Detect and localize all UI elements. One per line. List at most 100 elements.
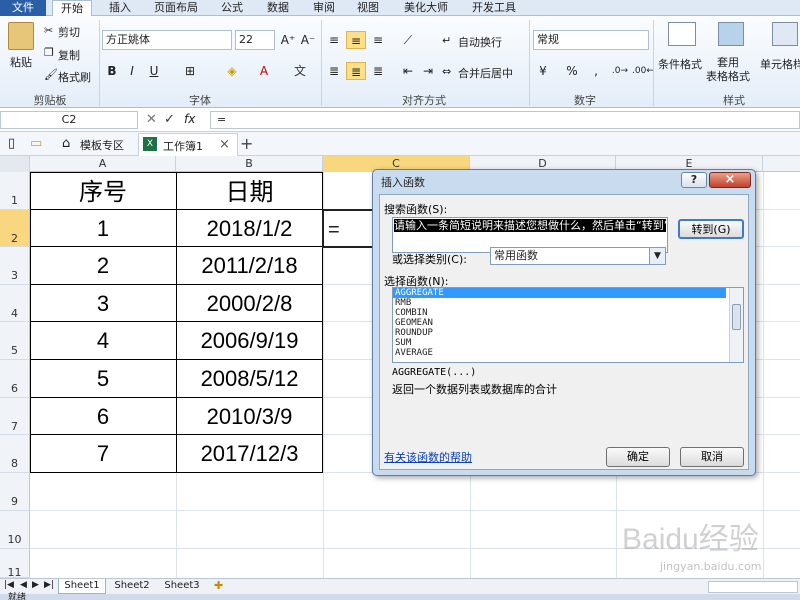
format-painter-icon[interactable]: 🖌: [44, 68, 58, 81]
align-top-icon[interactable]: ≡: [324, 31, 344, 49]
cell-b2[interactable]: 2018/1/2: [176, 210, 323, 247]
tab-developer[interactable]: 开发工具: [466, 0, 522, 16]
merge-center-button[interactable]: 合并后居中: [458, 65, 513, 81]
increase-decimal-icon[interactable]: .0→: [610, 62, 630, 80]
cell-a4[interactable]: 3: [30, 285, 176, 322]
row-header[interactable]: 9: [0, 473, 30, 511]
home-icon[interactable]: ⌂: [62, 136, 70, 151]
function-list-item[interactable]: RMB: [393, 298, 743, 308]
cell-b5[interactable]: 2006/9/19: [176, 322, 323, 360]
orientation-icon[interactable]: ⟋: [398, 31, 418, 49]
tab-beautify-master[interactable]: 美化大师: [398, 0, 454, 16]
function-list-item[interactable]: AGGREGATE: [393, 288, 726, 298]
cell-a5[interactable]: 4: [30, 322, 176, 360]
currency-icon[interactable]: ¥: [533, 62, 553, 80]
prev-sheet-icon[interactable]: ◀: [20, 580, 27, 590]
row-header[interactable]: 6: [0, 360, 30, 398]
phonetic-icon[interactable]: 文: [290, 62, 310, 80]
add-tab-icon[interactable]: +: [240, 134, 253, 153]
horizontal-scrollbar[interactable]: [708, 581, 798, 593]
folder-icon[interactable]: ▭: [30, 136, 42, 151]
paste-button[interactable]: 粘贴: [10, 54, 32, 70]
paste-icon[interactable]: [8, 22, 34, 50]
sheet-tab-sheet3[interactable]: Sheet3: [158, 579, 206, 594]
tab-page-layout[interactable]: 页面布局: [148, 0, 204, 16]
scroll-thumb[interactable]: [732, 304, 741, 330]
percent-button[interactable]: %: [562, 62, 582, 80]
row-header[interactable]: 7: [0, 398, 30, 435]
row-header[interactable]: 5: [0, 322, 30, 360]
cancel-button[interactable]: 取消: [680, 447, 744, 467]
conditional-format-button[interactable]: 条件格式: [658, 56, 702, 72]
copy-icon[interactable]: ❐: [44, 46, 54, 59]
column-header-a[interactable]: A: [30, 156, 176, 172]
function-list[interactable]: AGGREGATE RMB COMBIN GEOMEAN ROUNDUP SUM…: [392, 287, 744, 363]
tab-home[interactable]: 开始: [52, 0, 92, 17]
cut-button[interactable]: 剪切: [58, 24, 80, 40]
insert-sheet-icon[interactable]: ✚: [214, 579, 223, 592]
cell-b6[interactable]: 2008/5/12: [176, 360, 323, 398]
font-name-select[interactable]: 方正姚体: [102, 30, 232, 50]
format-painter-button[interactable]: 格式刷: [58, 69, 91, 85]
align-right-icon[interactable]: ≣: [368, 62, 388, 80]
row-header[interactable]: 10: [0, 511, 30, 549]
wrap-text-button[interactable]: 自动换行: [458, 34, 502, 50]
border-icon[interactable]: ⊞: [180, 62, 200, 80]
function-list-item[interactable]: SUM: [393, 338, 743, 348]
category-select[interactable]: 常用函数 ▼: [490, 247, 666, 265]
tab-insert[interactable]: 插入: [104, 0, 136, 16]
indent-decrease-icon[interactable]: ⇤: [398, 62, 418, 80]
goto-button[interactable]: 转到(G): [678, 219, 744, 239]
italic-button[interactable]: I: [122, 62, 142, 80]
row-header[interactable]: 8: [0, 435, 30, 473]
number-format-select[interactable]: 常规: [533, 30, 649, 50]
fill-color-icon[interactable]: ◈: [222, 62, 242, 80]
copy-button[interactable]: 复制: [58, 47, 80, 63]
align-center-icon[interactable]: ≣: [346, 62, 366, 80]
align-left-icon[interactable]: ≣: [324, 62, 344, 80]
comma-button[interactable]: ,: [586, 62, 606, 80]
align-middle-icon[interactable]: ≡: [346, 31, 366, 49]
name-box[interactable]: C2: [0, 111, 138, 129]
row-header[interactable]: 11: [0, 549, 30, 579]
insert-function-button[interactable]: fx: [184, 112, 195, 126]
next-sheet-icon[interactable]: ▶: [32, 580, 39, 590]
new-doc-icon[interactable]: ▯: [8, 136, 15, 151]
function-list-item[interactable]: GEOMEAN: [393, 318, 743, 328]
cell-a7[interactable]: 6: [30, 398, 176, 435]
dialog-close-button[interactable]: ×: [709, 172, 751, 188]
cell-a6[interactable]: 5: [30, 360, 176, 398]
cell-b3[interactable]: 2011/2/18: [176, 247, 323, 285]
cell-a8[interactable]: 7: [30, 435, 176, 473]
tab-formulas[interactable]: 公式: [216, 0, 248, 16]
select-all-corner[interactable]: [0, 156, 30, 172]
function-list-item[interactable]: ROUNDUP: [393, 328, 743, 338]
tab-file[interactable]: 文件: [0, 0, 46, 16]
table-format-icon[interactable]: [718, 22, 744, 46]
cell-styles-icon[interactable]: [772, 22, 798, 46]
dialog-help-button[interactable]: ?: [681, 172, 707, 188]
wrap-text-icon[interactable]: ↵: [442, 34, 451, 47]
close-tab-icon[interactable]: ×: [219, 137, 230, 152]
decrease-decimal-icon[interactable]: .00←: [632, 62, 654, 80]
indent-increase-icon[interactable]: ⇥: [418, 62, 438, 80]
row-header[interactable]: 2: [0, 210, 30, 247]
cell-b1[interactable]: 日期: [176, 174, 323, 210]
row-header[interactable]: 3: [0, 247, 30, 285]
last-sheet-icon[interactable]: ▶|: [44, 580, 54, 590]
table-format-button[interactable]: 套用 表格格式: [706, 56, 750, 84]
conditional-format-icon[interactable]: [668, 22, 696, 46]
cell-a3[interactable]: 2: [30, 247, 176, 285]
ok-button[interactable]: 确定: [606, 447, 670, 467]
align-bottom-icon[interactable]: ≡: [368, 31, 388, 49]
cell-styles-button[interactable]: 单元格样: [760, 56, 800, 72]
font-color-icon[interactable]: A: [254, 62, 274, 80]
row-header[interactable]: 4: [0, 285, 30, 322]
tab-review[interactable]: 审阅: [308, 0, 340, 16]
tab-data[interactable]: 数据: [262, 0, 294, 16]
cell-b7[interactable]: 2010/3/9: [176, 398, 323, 435]
cell-a2[interactable]: 1: [30, 210, 176, 247]
cancel-entry-icon[interactable]: ✕: [146, 112, 157, 127]
first-sheet-icon[interactable]: |◀: [4, 580, 14, 590]
tab-workbook[interactable]: X 工作簿1 ×: [138, 133, 238, 156]
